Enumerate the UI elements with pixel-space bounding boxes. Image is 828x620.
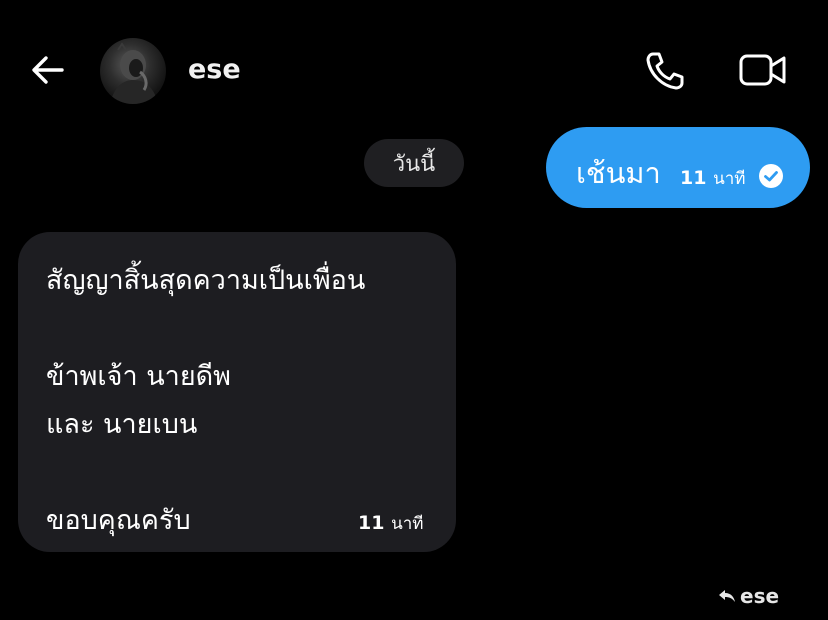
phone-icon xyxy=(646,52,684,90)
back-button[interactable] xyxy=(28,50,68,90)
message-text: เช้นมา xyxy=(576,156,661,190)
video-camera-icon xyxy=(739,54,786,86)
reply-indicator[interactable]: ese xyxy=(718,584,779,608)
outgoing-message[interactable]: เช้นมา 11 นาที xyxy=(546,127,810,208)
chat-header: ese xyxy=(0,0,828,140)
video-call-button[interactable] xyxy=(738,50,788,90)
arrow-left-icon xyxy=(32,56,64,84)
message-time: 11 นาที xyxy=(358,510,423,537)
contact-name[interactable]: ese xyxy=(188,54,241,85)
read-check-icon xyxy=(759,164,783,188)
time-number: 11 xyxy=(680,167,707,189)
time-unit: นาที xyxy=(713,169,746,189)
avatar[interactable] xyxy=(100,38,166,104)
avatar-photo xyxy=(110,42,158,104)
date-separator: วันนี้ xyxy=(364,139,464,187)
message-line: ขอบคุณครับ xyxy=(46,505,191,536)
time-unit: นาที xyxy=(391,514,424,534)
reply-arrow-icon xyxy=(719,590,735,602)
call-button[interactable] xyxy=(642,48,688,94)
reply-name: ese xyxy=(740,584,780,608)
time-number: 11 xyxy=(358,512,385,534)
message-line: และ นายเบน xyxy=(46,409,198,440)
message-time: 11 นาที xyxy=(680,165,745,192)
message-line: สัญญาสิ้นสุดความเป็นเพื่อน xyxy=(46,265,366,296)
message-line: ข้าพเจ้า นายดีพ xyxy=(46,361,231,392)
incoming-message[interactable]: สัญญาสิ้นสุดความเป็นเพื่อน ข้าพเจ้า นายด… xyxy=(18,232,456,552)
